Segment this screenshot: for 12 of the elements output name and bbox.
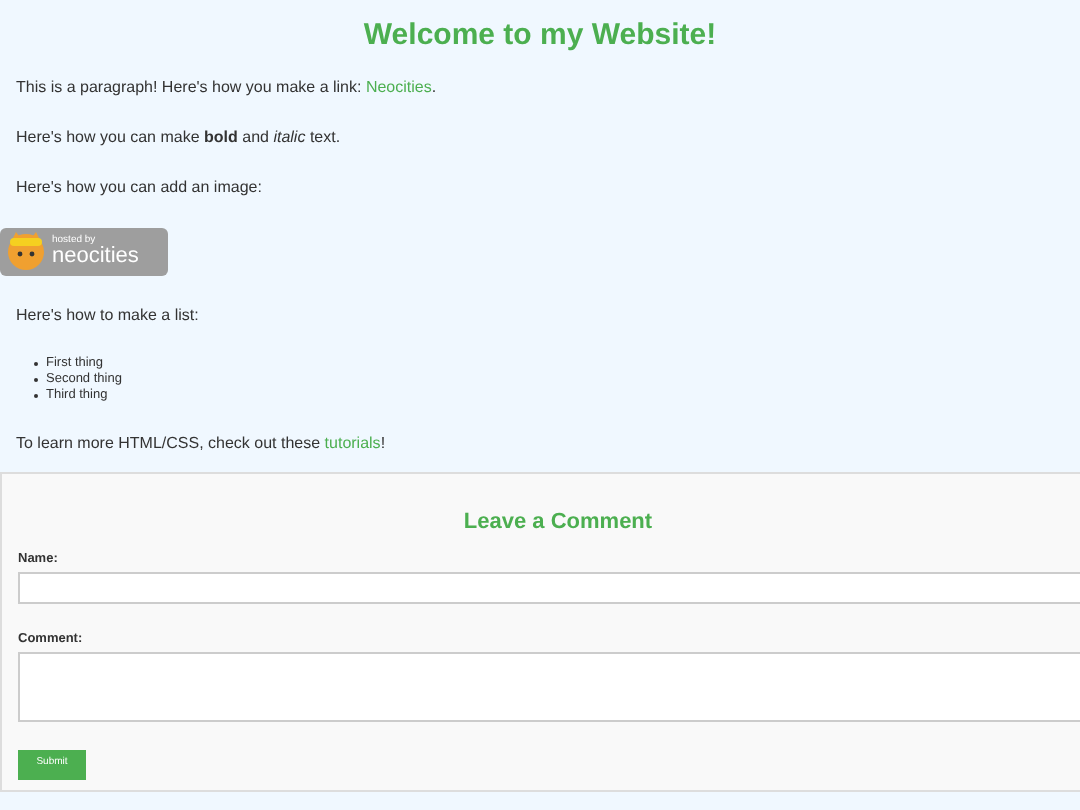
page-title: Welcome to my Website!: [361, 18, 719, 54]
name-field[interactable]: [18, 571, 1080, 604]
comment-field[interactable]: [18, 651, 1080, 721]
link[interactable]: tutorials: [324, 434, 381, 452]
paragraph: To learn more HTML/CSS, check out these tutorials!: [16, 434, 388, 454]
paragraph: Here's how you can make bold and italic text.: [16, 128, 343, 148]
badge-logo-text: neocities: [52, 246, 139, 268]
paragraph: Here's how you can add an image:: [16, 178, 264, 198]
comment-heading: Leave a Comment: [461, 510, 655, 536]
paragraph: Here's how to make a list:: [16, 306, 201, 326]
link[interactable]: Neocities: [365, 78, 432, 96]
paragraph: This is a paragraph! Here's how you make a link: Neocities.: [16, 78, 439, 98]
